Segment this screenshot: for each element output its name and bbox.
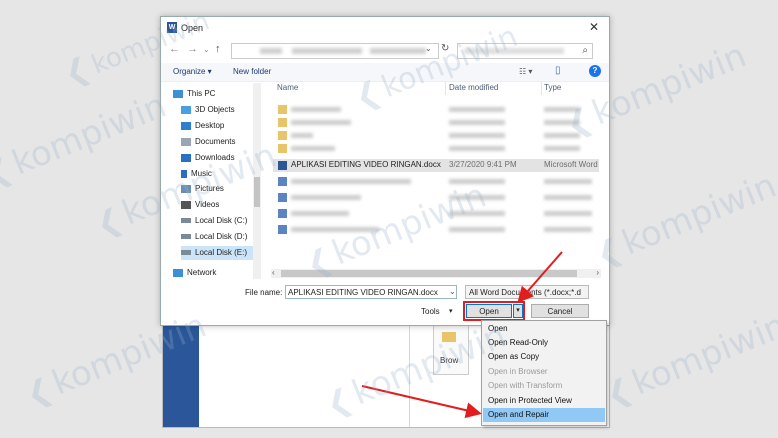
word-sidebar xyxy=(163,325,199,427)
command-bar: Organize ▾ New folder ☷ ▾ ▯ ? xyxy=(161,63,609,82)
cube-icon xyxy=(181,105,191,114)
search-input[interactable]: ⌕ xyxy=(457,43,593,59)
sidebar-scrollbar[interactable] xyxy=(253,83,261,279)
chevron-down-icon[interactable]: ▾ xyxy=(449,307,453,315)
watermark: ❮kompiwin xyxy=(600,305,778,414)
list-item[interactable] xyxy=(273,175,599,188)
file-type-filter[interactable]: All Word Documents (*.docx;*.d xyxy=(465,285,589,299)
list-item[interactable] xyxy=(273,191,599,204)
organize-button[interactable]: Organize ▾ xyxy=(173,67,212,76)
videos-icon xyxy=(181,200,191,209)
recent-locations-icon[interactable]: ⌄ xyxy=(203,45,210,54)
help-icon[interactable]: ? xyxy=(589,65,601,77)
folder-icon xyxy=(442,332,456,342)
sidebar-item-network[interactable]: Network xyxy=(173,266,263,280)
cancel-button[interactable]: Cancel xyxy=(531,304,589,318)
file-list-scrollbar[interactable]: ‹ › xyxy=(271,268,601,278)
browse-button[interactable]: Brow xyxy=(433,325,469,375)
menu-item-open-with-transform: Open with Transform xyxy=(488,381,563,390)
word-document-icon xyxy=(278,177,287,186)
search-icon: ⌕ xyxy=(582,45,588,56)
column-header-date[interactable]: Date modified xyxy=(449,83,498,92)
word-document-icon xyxy=(278,225,287,234)
forward-arrow-icon[interactable]: → xyxy=(187,43,198,55)
list-item[interactable] xyxy=(273,142,599,155)
folder-icon xyxy=(278,131,287,140)
file-name-label: File name: xyxy=(245,288,283,297)
address-dropdown-icon[interactable]: ⌄ xyxy=(425,44,432,53)
list-item[interactable] xyxy=(273,223,599,236)
folder-icon xyxy=(278,144,287,153)
menu-item-open-and-repair[interactable]: Open and Repair xyxy=(483,408,605,422)
list-item[interactable] xyxy=(273,103,599,116)
open-options-menu: Open Open Read-Only Open as Copy Open in… xyxy=(481,320,607,426)
folder-icon xyxy=(278,118,287,127)
download-icon xyxy=(181,153,191,162)
refresh-icon[interactable]: ↻ xyxy=(441,43,449,54)
word-document-icon xyxy=(278,209,287,218)
file-name: APLIKASI EDITING VIDEO RINGAN.docx xyxy=(291,160,441,169)
chevron-down-icon[interactable]: ⌄ xyxy=(449,287,456,296)
desktop-icon xyxy=(181,121,191,130)
pictures-icon xyxy=(181,184,191,193)
up-arrow-icon[interactable]: ↑ xyxy=(215,43,221,55)
file-type: Microsoft Word xyxy=(544,160,598,169)
list-item[interactable] xyxy=(273,116,599,129)
selected-file-row[interactable]: APLIKASI EDITING VIDEO RINGAN.docx 3/27/… xyxy=(273,159,599,172)
list-item[interactable] xyxy=(273,207,599,220)
watermark: ❮kompiwin xyxy=(0,85,172,194)
network-icon xyxy=(173,268,183,277)
divider xyxy=(409,325,410,427)
open-dialog: W Open ✕ ← → ⌄ ↑ ⌄ ↻ ⌕ Organize ▾ New fo… xyxy=(160,16,610,326)
navigation-bar: ← → ⌄ ↑ ⌄ ↻ ⌕ xyxy=(161,41,609,61)
watermark: ❮kompiwin xyxy=(590,165,778,274)
view-options-icon[interactable]: ☷ ▾ xyxy=(519,67,532,76)
documents-icon xyxy=(181,137,191,146)
column-header-name[interactable]: Name xyxy=(277,83,298,92)
file-date: 3/27/2020 9:41 PM xyxy=(449,160,517,169)
scroll-right-icon[interactable]: › xyxy=(596,268,599,277)
disk-icon xyxy=(181,250,191,256)
menu-item-open[interactable]: Open xyxy=(483,322,605,336)
preview-pane-icon[interactable]: ▯ xyxy=(555,65,561,76)
word-document-icon xyxy=(278,193,287,202)
column-header-type[interactable]: Type xyxy=(544,83,561,92)
close-icon[interactable]: ✕ xyxy=(589,20,599,34)
menu-item-open-in-browser: Open in Browser xyxy=(488,367,548,376)
scroll-left-icon[interactable]: ‹ xyxy=(272,268,275,277)
menu-item-open-in-protected-view[interactable]: Open in Protected View xyxy=(483,394,605,408)
music-icon xyxy=(181,169,187,178)
back-arrow-icon[interactable]: ← xyxy=(169,43,180,55)
pc-icon xyxy=(173,89,183,98)
tools-button[interactable]: Tools xyxy=(421,307,440,316)
folder-icon xyxy=(278,105,287,114)
menu-item-open-as-copy[interactable]: Open as Copy xyxy=(483,350,605,364)
file-name-input[interactable]: APLIKASI EDITING VIDEO RINGAN.docx xyxy=(285,285,457,299)
word-icon: W xyxy=(167,22,177,33)
address-bar[interactable] xyxy=(231,43,439,59)
list-item[interactable] xyxy=(273,129,599,142)
highlight-box xyxy=(463,301,525,321)
word-document-icon xyxy=(278,161,287,170)
new-folder-button[interactable]: New folder xyxy=(233,67,271,76)
sidebar-item-this-pc[interactable]: This PC xyxy=(173,87,263,101)
dialog-title: Open xyxy=(181,23,204,33)
navigation-pane: This PC 3D Objects Desktop Documents Dow… xyxy=(169,81,263,285)
sidebar-item-local-disk-e[interactable]: Local Disk (E:) xyxy=(181,246,255,260)
menu-item-open-read-only[interactable]: Open Read-Only xyxy=(483,336,605,350)
browse-label: Brow xyxy=(440,356,459,365)
file-list: Name Date modified Type APLIKASI EDITING… xyxy=(273,81,599,269)
title-bar: W Open ✕ xyxy=(161,17,609,39)
disk-icon xyxy=(181,234,191,240)
disk-icon xyxy=(181,218,191,224)
